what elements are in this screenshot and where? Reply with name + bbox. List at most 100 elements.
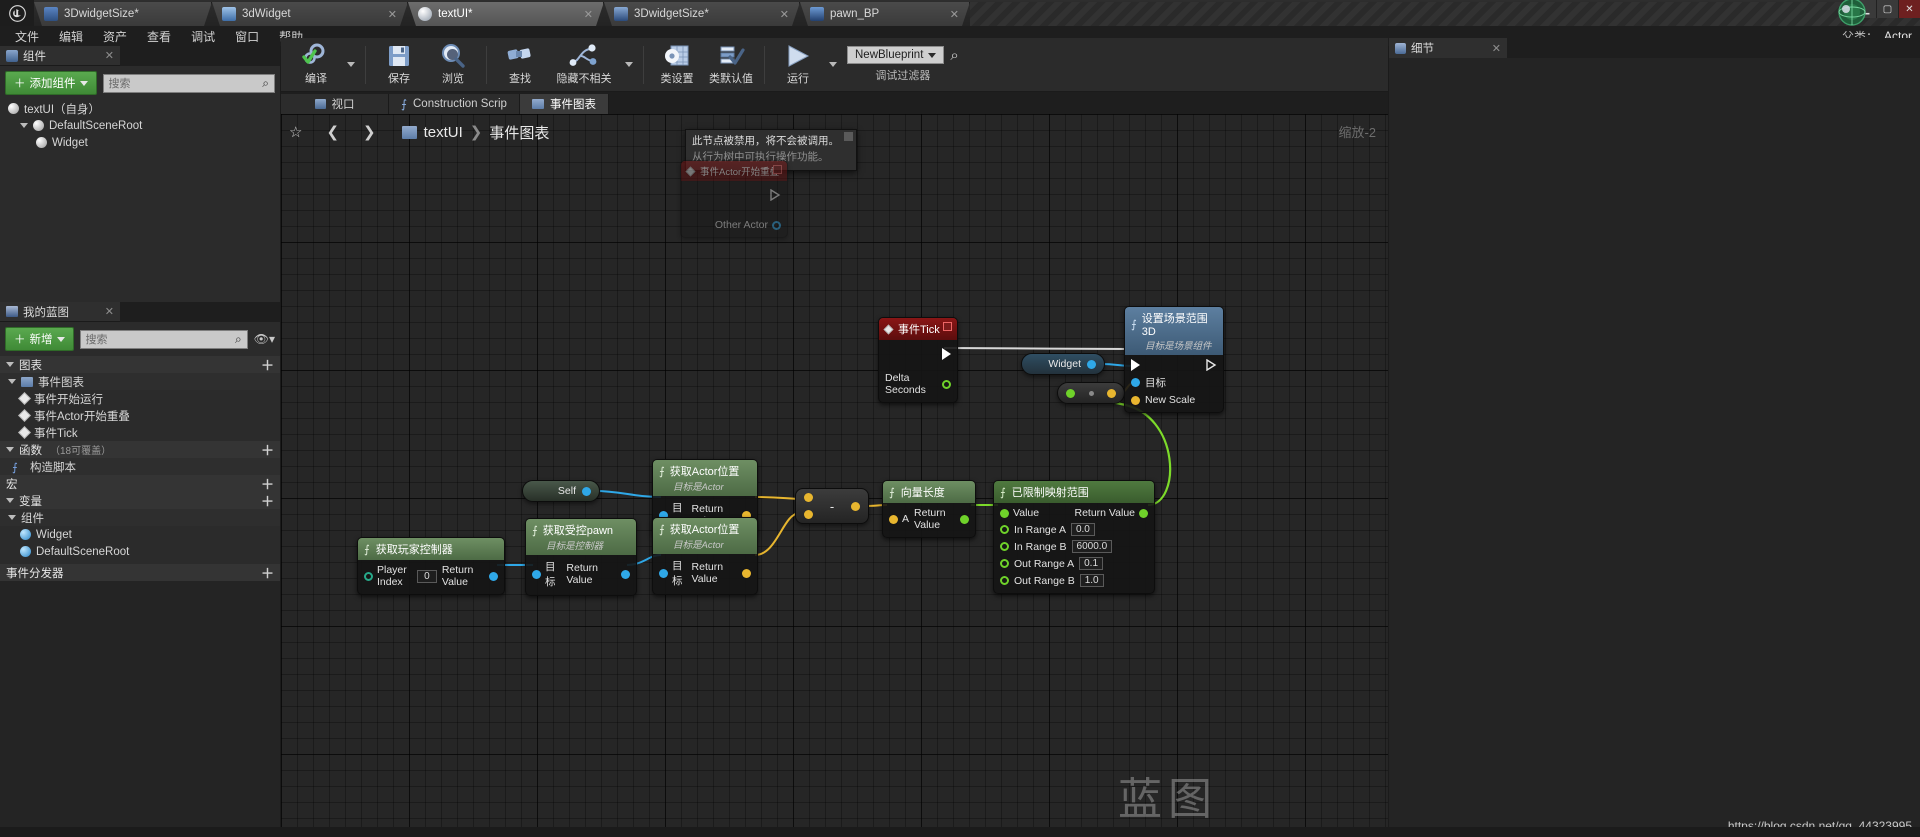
section-event-dispatchers[interactable]: 事件分发器 ＋: [0, 564, 280, 581]
close-icon[interactable]: ✕: [1898, 0, 1920, 18]
tab-close-icon[interactable]: ✕: [584, 8, 593, 21]
eye-icon[interactable]: 👁▾: [254, 332, 275, 346]
node-vector-length[interactable]: ⨍ 向量长度 A Return Value: [882, 480, 976, 538]
component-row-defaultsceneroot[interactable]: DefaultSceneRoot: [0, 117, 280, 134]
graph-item-event-begin-play[interactable]: 事件开始运行: [0, 390, 280, 407]
struct-pin-icon[interactable]: [1131, 395, 1140, 405]
tab-close-icon[interactable]: ✕: [950, 8, 959, 21]
section-functions[interactable]: 函数 （18可覆盖） ＋: [0, 441, 280, 458]
object-pin-icon[interactable]: [582, 486, 591, 496]
variable-item-widget[interactable]: Widget: [0, 526, 280, 543]
struct-pin-icon[interactable]: [742, 568, 751, 578]
node-event-actor-begin-overlap[interactable]: 事件Actor开始重叠 Other Actor: [680, 160, 788, 238]
toolbar-class-defaults-button[interactable]: 类默认值: [704, 40, 758, 90]
maximize-icon[interactable]: ▢: [1876, 0, 1898, 18]
add-component-button[interactable]: ＋ 添加组件: [5, 71, 97, 95]
in-range-b-value[interactable]: 6000.0: [1071, 540, 1113, 553]
out-range-b-value[interactable]: 1.0: [1079, 574, 1104, 587]
node-collapse-icon[interactable]: [773, 165, 782, 174]
chevron-down-icon[interactable]: [20, 123, 28, 128]
toolbar-class-settings-button[interactable]: 类设置: [650, 40, 704, 90]
node-get-player-controller[interactable]: ⨍ 获取玩家控制器 Player Index 0 Return Value: [357, 537, 505, 595]
menu-item-file[interactable]: 文件: [6, 26, 48, 47]
arrow-right-icon[interactable]: ❯: [363, 123, 376, 141]
tab-viewport[interactable]: 视口: [281, 94, 389, 114]
components-panel-tab[interactable]: 组件 ✕: [0, 46, 120, 66]
float-pin-icon[interactable]: [942, 379, 951, 389]
graph-item-event-actor-begin-overlap[interactable]: 事件Actor开始重叠: [0, 407, 280, 424]
arrow-left-icon[interactable]: ❮: [326, 123, 339, 141]
tooltip-close-icon[interactable]: [844, 132, 853, 141]
chevron-down-icon[interactable]: [625, 62, 633, 67]
float-pin-icon[interactable]: [1000, 542, 1009, 551]
tab-event-graph[interactable]: 事件图表: [519, 94, 609, 114]
close-icon[interactable]: ✕: [105, 49, 114, 62]
int-pin-icon[interactable]: [364, 571, 373, 581]
component-row-textui[interactable]: textUI（自身）: [0, 100, 280, 117]
struct-pin-a-icon[interactable]: [804, 493, 813, 502]
menu-item-window[interactable]: 窗口: [226, 26, 268, 47]
object-pin-icon[interactable]: [489, 571, 498, 581]
tab-pawn-bp[interactable]: pawn_BP ✕: [800, 2, 970, 26]
object-pin-icon[interactable]: [1087, 359, 1096, 369]
float-pin-icon[interactable]: [1139, 508, 1148, 518]
toolbar-hide-unrelated-button[interactable]: 隐藏不相关: [547, 40, 621, 90]
graph-item-event-tick[interactable]: 事件Tick: [0, 424, 280, 441]
node-map-range-clamped[interactable]: ⨍ 已限制映射范围 Value Return Value In Range A …: [993, 480, 1155, 594]
search-icon[interactable]: ⌕: [262, 76, 269, 91]
node-subtract[interactable]: -: [795, 488, 869, 524]
close-icon[interactable]: ✕: [1492, 42, 1501, 55]
chevron-down-icon[interactable]: [8, 515, 16, 520]
tab-3dwidgetsize-2[interactable]: 3DwidgetSize* ✕: [604, 2, 800, 26]
components-search-input[interactable]: 搜索 ⌕: [102, 73, 275, 93]
add-function-button[interactable]: ＋: [261, 440, 274, 459]
node-get-actor-location-2[interactable]: ⨍ 获取Actor位置 目标是Actor 目标 Return Value: [652, 517, 758, 595]
toolbar-browse-button[interactable]: 浏览: [426, 40, 480, 90]
subsection-components[interactable]: 组件: [0, 509, 280, 526]
toolbar-find-button[interactable]: 查找: [493, 40, 547, 90]
close-icon[interactable]: ✕: [105, 305, 114, 318]
star-icon[interactable]: ☆: [289, 123, 302, 141]
myblueprint-panel-tab[interactable]: 我的蓝图 ✕: [0, 302, 120, 322]
section-variables[interactable]: 变量 ＋: [0, 492, 280, 509]
tab-construction-script[interactable]: ⨍ Construction Scrip: [389, 94, 520, 114]
struct-pin-out-icon[interactable]: [851, 501, 860, 511]
subsection-event-graph[interactable]: 事件图表: [0, 373, 280, 390]
object-pin-icon[interactable]: [772, 220, 781, 230]
add-new-button[interactable]: ＋ 新增: [5, 327, 74, 351]
tab-close-icon[interactable]: ✕: [388, 8, 397, 21]
menu-item-edit[interactable]: 编辑: [50, 26, 92, 47]
node-get-controlled-pawn[interactable]: ⨍ 获取受控pawn 目标是控制器 目标 Return Value: [525, 518, 637, 596]
player-index-value[interactable]: 0: [416, 569, 437, 583]
float-pin-icon[interactable]: [1000, 525, 1009, 534]
chevron-down-icon[interactable]: [6, 447, 14, 452]
float-pin-icon[interactable]: [960, 514, 969, 524]
exec-out-icon[interactable]: [770, 189, 781, 201]
debug-filter-select[interactable]: NewBlueprint: [847, 46, 945, 64]
object-pin-icon[interactable]: [532, 569, 541, 579]
breadcrumb-root[interactable]: textUI: [424, 124, 463, 141]
chevron-down-icon[interactable]: [6, 362, 14, 367]
toolbar-compile-button[interactable]: 编译: [289, 40, 343, 90]
event-graph-canvas[interactable]: ☆ ❮ ❯ textUI ❯ 事件图表 缩放-2 此节点被禁用，将不会被调用。 …: [281, 114, 1388, 837]
menu-item-debug[interactable]: 调试: [182, 26, 224, 47]
struct-pin-icon[interactable]: [1107, 388, 1116, 398]
function-item-construction-script[interactable]: ⨍ 构造脚本: [0, 458, 280, 475]
chevron-down-icon[interactable]: [829, 62, 837, 67]
add-graph-button[interactable]: ＋: [261, 355, 274, 374]
section-graphs[interactable]: 图表 ＋: [0, 356, 280, 373]
chevron-down-icon[interactable]: [347, 62, 355, 67]
node-set-world-scale-3d[interactable]: ⨍ 设置场景范围3D 目标是场景组件 目标 New Scale: [1124, 306, 1224, 413]
node-widget-variable[interactable]: Widget: [1021, 353, 1105, 375]
toolbar-play-button[interactable]: 运行: [771, 40, 825, 90]
graph-tab-strip[interactable]: 视口 ⨍ Construction Scrip 事件图表: [281, 92, 1388, 114]
add-dispatcher-button[interactable]: ＋: [261, 563, 274, 582]
component-row-widget[interactable]: Widget: [0, 134, 280, 151]
float-pin-icon[interactable]: [1000, 559, 1009, 568]
out-range-a-value[interactable]: 0.1: [1079, 557, 1104, 570]
float-pin-icon[interactable]: [1066, 388, 1075, 398]
object-pin-icon[interactable]: [1131, 378, 1140, 387]
tab-3dwidget[interactable]: 3dWidget ✕: [212, 2, 408, 26]
menu-item-view[interactable]: 查看: [138, 26, 180, 47]
struct-pin-b-icon[interactable]: [804, 510, 813, 519]
